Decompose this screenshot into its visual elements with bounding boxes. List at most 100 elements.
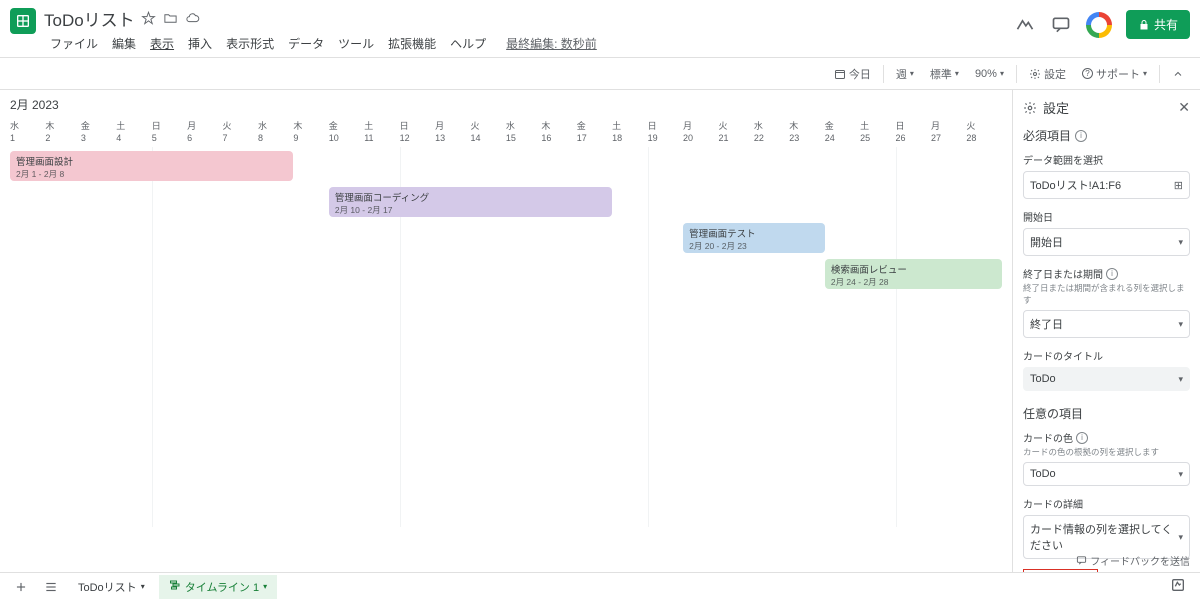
day-column: 火14: [470, 119, 505, 143]
sheet-tab-timeline[interactable]: タイムライン 1 ▾: [159, 575, 277, 599]
day-column: 日26: [896, 119, 931, 143]
caret-down-icon: ▾: [1178, 319, 1183, 330]
menu-tools[interactable]: ツール: [332, 33, 380, 54]
all-sheets-button[interactable]: [38, 577, 64, 597]
caret-down-icon: ▾: [1178, 374, 1183, 385]
caret-down-icon: ▾: [263, 582, 267, 591]
end-date-select[interactable]: 終了日 ▾: [1023, 310, 1190, 338]
day-column: 土18: [612, 119, 647, 143]
doc-title[interactable]: ToDoリスト: [44, 6, 135, 31]
day-column: 月27: [931, 119, 966, 143]
day-column: 月6: [187, 119, 222, 143]
card-color-hint: カードの色の根拠の列を選択します: [1023, 446, 1190, 458]
grid-area: 管理画面設計2月 1 - 2月 8 管理画面コーディング2月 10 - 2月 17…: [10, 147, 1002, 527]
feedback-link[interactable]: フィードバックを送信: [1076, 553, 1190, 568]
collapse-panel-button[interactable]: [1166, 65, 1190, 83]
start-date-value: 開始日: [1030, 234, 1063, 250]
close-panel-button[interactable]: ✕: [1178, 99, 1190, 116]
card-color-label: カードの色 i: [1023, 430, 1190, 445]
day-column: 木23: [789, 119, 824, 143]
share-button-label: 共有: [1154, 16, 1178, 33]
view-mode-select[interactable]: 週 ▾: [890, 63, 920, 85]
end-date-value: 終了日: [1030, 316, 1063, 332]
support-button[interactable]: ? サポート ▾: [1076, 63, 1153, 85]
day-column: 金3: [81, 119, 116, 143]
card-color-select[interactable]: ToDo ▾: [1023, 462, 1190, 486]
cloud-status-icon[interactable]: [185, 11, 201, 27]
app-header: ToDoリスト ファイル 編集 表示 挿入 表示形式 データ ツール 拡張機能 …: [0, 0, 1200, 58]
zoom-label: 90%: [975, 68, 997, 80]
day-column: 月13: [435, 119, 470, 143]
day-column: 火21: [718, 119, 753, 143]
card-group-label: カードグループ: [1023, 569, 1190, 572]
optional-section-header: 任意の項目: [1023, 405, 1190, 422]
timeline-task[interactable]: 管理画面コーディング2月 10 - 2月 17: [329, 187, 612, 217]
menu-file[interactable]: ファイル: [44, 33, 104, 54]
week-label: 週: [896, 66, 907, 82]
explore-button[interactable]: [1164, 574, 1192, 599]
info-icon[interactable]: i: [1075, 130, 1087, 142]
caret-down-icon: ▾: [1178, 469, 1183, 480]
meet-icon[interactable]: [1086, 12, 1112, 38]
menu-format[interactable]: 表示形式: [220, 33, 280, 54]
day-column: 木9: [293, 119, 328, 143]
menu-data[interactable]: データ: [282, 33, 330, 54]
info-icon[interactable]: i: [1076, 432, 1088, 444]
menu-help[interactable]: ヘルプ: [444, 33, 492, 54]
star-icon[interactable]: [141, 11, 157, 27]
timeline-area: 2月 2023 水1木2金3土4日5月6火7水8木9金10土11日12月13火1…: [0, 90, 1012, 572]
separator: [1016, 65, 1017, 83]
density-select[interactable]: 標準 ▾: [924, 63, 965, 85]
data-range-label: データ範囲を選択: [1023, 152, 1190, 167]
card-title-select[interactable]: ToDo ▾: [1023, 367, 1190, 391]
settings-title-text: 設定: [1043, 98, 1069, 117]
caret-down-icon: ▾: [141, 582, 145, 591]
standard-label: 標準: [930, 66, 952, 82]
data-range-field[interactable]: ToDoリスト!A1:F6 ⊞: [1023, 171, 1190, 199]
caret-down-icon: ▾: [1178, 532, 1183, 543]
required-header-text: 必須項目: [1023, 127, 1071, 144]
sheet-tab-todo[interactable]: ToDoリスト ▾: [68, 575, 155, 599]
sheets-logo[interactable]: [10, 8, 36, 34]
feedback-text: フィードバックを送信: [1090, 553, 1190, 568]
timeline-task[interactable]: 検索画面レビュー2月 24 - 2月 28: [825, 259, 1002, 289]
comment-icon[interactable]: [1050, 14, 1072, 36]
day-column: 木16: [541, 119, 576, 143]
day-column: 水8: [258, 119, 293, 143]
card-group-label-text: カードグループ: [1023, 569, 1098, 572]
start-date-select[interactable]: 開始日 ▾: [1023, 228, 1190, 256]
timeline-icon: [169, 579, 181, 594]
menubar: ファイル 編集 表示 挿入 表示形式 データ ツール 拡張機能 ヘルプ 最終編集…: [44, 33, 1014, 54]
settings-label: 設定: [1044, 66, 1066, 82]
zoom-select[interactable]: 90% ▾: [969, 65, 1010, 83]
add-sheet-button[interactable]: [8, 577, 34, 597]
card-title-value: ToDo: [1030, 373, 1056, 385]
menu-insert[interactable]: 挿入: [182, 33, 218, 54]
day-column: 金17: [577, 119, 612, 143]
separator: [1159, 65, 1160, 83]
menu-view[interactable]: 表示: [144, 33, 180, 54]
timeline-task[interactable]: 管理画面設計2月 1 - 2月 8: [10, 151, 293, 181]
required-section-header: 必須項目 i: [1023, 127, 1190, 144]
timeline-toolbar: 今日 週 ▾ 標準 ▾ 90% ▾ 設定 ? サポート ▾: [0, 58, 1200, 90]
day-column: 金24: [825, 119, 860, 143]
menu-edit[interactable]: 編集: [106, 33, 142, 54]
day-column: 土11: [364, 119, 399, 143]
activity-icon[interactable]: [1014, 14, 1036, 36]
day-column: 火28: [966, 119, 1001, 143]
card-color-value: ToDo: [1030, 468, 1056, 480]
timeline-task[interactable]: 管理画面テスト2月 20 - 2月 23: [683, 223, 825, 253]
start-date-label: 開始日: [1023, 209, 1190, 224]
sheet-tab-label: ToDoリスト: [78, 579, 137, 595]
share-button[interactable]: 共有: [1126, 10, 1190, 39]
move-folder-icon[interactable]: [163, 11, 179, 27]
data-range-value: ToDoリスト!A1:F6: [1030, 177, 1121, 193]
card-title-label: カードのタイトル: [1023, 348, 1190, 363]
day-column: 日5: [152, 119, 187, 143]
settings-button[interactable]: 設定: [1023, 63, 1072, 85]
menu-extensions[interactable]: 拡張機能: [382, 33, 442, 54]
day-column: 日12: [400, 119, 435, 143]
last-edit-link[interactable]: 最終編集: 数秒前: [500, 33, 603, 54]
today-button[interactable]: 今日: [828, 63, 877, 85]
info-icon[interactable]: i: [1106, 268, 1118, 280]
